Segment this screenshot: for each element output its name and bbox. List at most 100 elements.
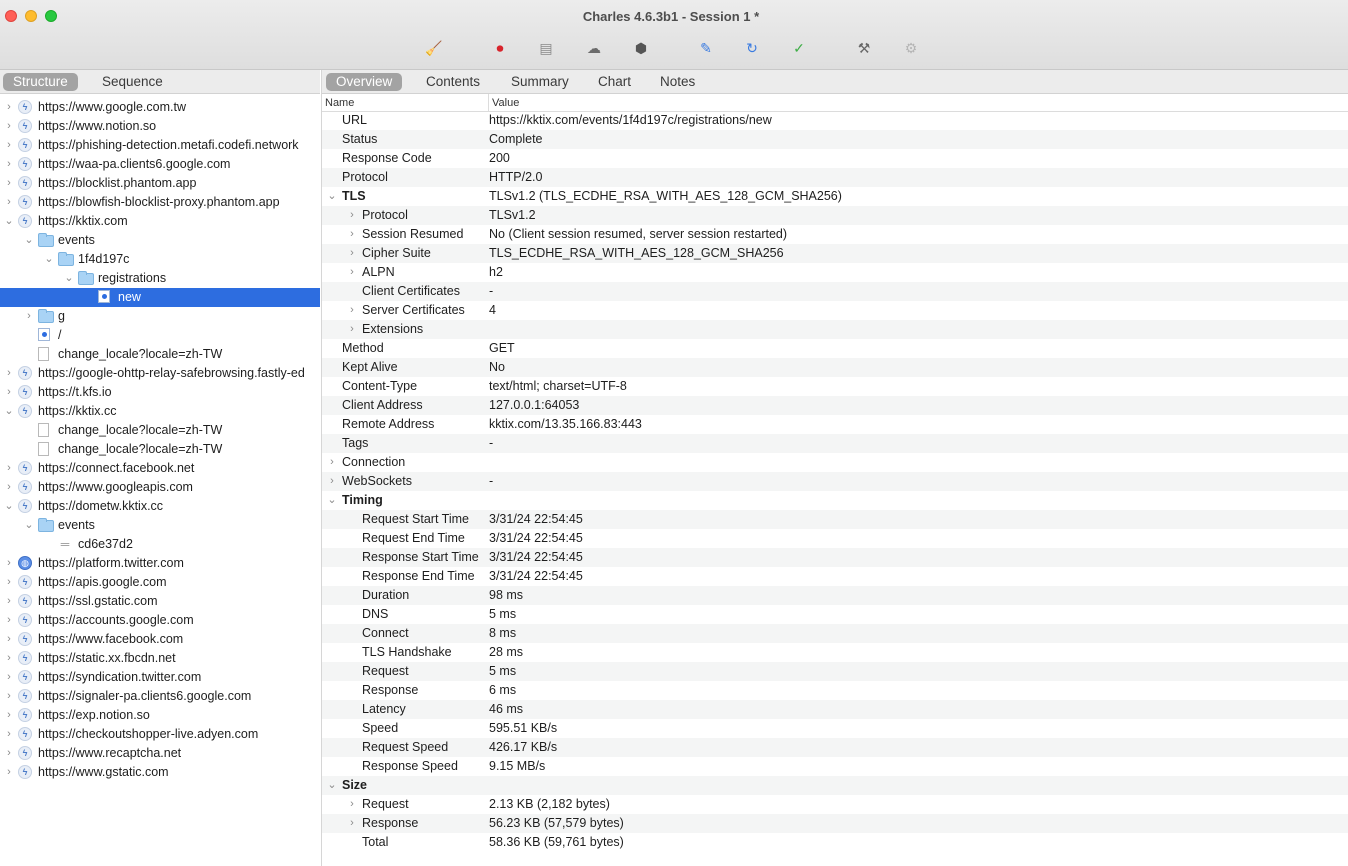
tree-row[interactable]: › g bbox=[0, 307, 320, 326]
tab-overview[interactable]: Overview bbox=[326, 73, 403, 91]
overview-row[interactable]: Response 6 ms bbox=[322, 681, 1348, 700]
overview-row[interactable]: Connect 8 ms bbox=[322, 624, 1348, 643]
chevron-right-icon[interactable]: › bbox=[4, 459, 14, 478]
overview-row[interactable]: Tags - bbox=[322, 434, 1348, 453]
throttle-button[interactable]: ▤ bbox=[535, 38, 557, 58]
chevron-right-icon[interactable]: › bbox=[4, 554, 14, 573]
tree-row[interactable]: › ϟ https://checkoutshopper-live.adyen.com bbox=[0, 725, 320, 744]
tab-structure[interactable]: Structure bbox=[3, 73, 78, 91]
overview-row[interactable]: Total 58.36 KB (59,761 bytes) bbox=[322, 833, 1348, 852]
chevron-right-icon[interactable]: › bbox=[4, 725, 14, 744]
tree-row[interactable]: change_locale?locale=zh-TW bbox=[0, 440, 320, 459]
overview-row[interactable]: › Server Certificates 4 bbox=[322, 301, 1348, 320]
record-button[interactable]: ⏺ bbox=[489, 38, 511, 58]
tree-row[interactable]: › ϟ https://signaler-pa.clients6.google.co… bbox=[0, 687, 320, 706]
tree-row[interactable]: ═ cd6e37d2 bbox=[0, 535, 320, 554]
chevron-right-icon[interactable]: › bbox=[4, 744, 14, 763]
overview-row[interactable]: DNS 5 ms bbox=[322, 605, 1348, 624]
overview-row[interactable]: Response Speed 9.15 MB/s bbox=[322, 757, 1348, 776]
chevron-down-icon[interactable]: ⌄ bbox=[24, 231, 34, 250]
chevron-down-icon[interactable]: ⌄ bbox=[44, 250, 54, 269]
chevron-right-icon[interactable]: › bbox=[4, 478, 14, 497]
tree-row[interactable]: › ϟ https://google-ohttp-relay-safebrowsin… bbox=[0, 364, 320, 383]
overview-row[interactable]: Response Code 200 bbox=[322, 149, 1348, 168]
tree-row[interactable]: › ϟ https://t.kfs.io bbox=[0, 383, 320, 402]
chevron-right-icon[interactable]: › bbox=[327, 453, 337, 472]
chevron-right-icon[interactable]: › bbox=[347, 795, 357, 814]
check-button[interactable]: ✓ bbox=[788, 38, 810, 58]
overview-row[interactable]: › Cipher Suite TLS_ECDHE_RSA_WITH_AES_128_… bbox=[322, 244, 1348, 263]
chevron-right-icon[interactable]: › bbox=[4, 649, 14, 668]
chevron-down-icon[interactable]: ⌄ bbox=[327, 491, 337, 510]
overview-row[interactable]: TLS Handshake 28 ms bbox=[322, 643, 1348, 662]
overview-row[interactable]: › WebSockets - bbox=[322, 472, 1348, 491]
overview-row[interactable]: › Protocol TLSv1.2 bbox=[322, 206, 1348, 225]
chevron-right-icon[interactable]: › bbox=[4, 193, 14, 212]
column-header-value[interactable]: Value bbox=[488, 94, 519, 112]
tree-row[interactable]: › ϟ https://ssl.gstatic.com bbox=[0, 592, 320, 611]
tree-row[interactable]: › ϟ https://apis.google.com bbox=[0, 573, 320, 592]
tree-row[interactable]: › ϟ https://syndication.twitter.com bbox=[0, 668, 320, 687]
tree-row[interactable]: ⌄ events bbox=[0, 516, 320, 535]
tab-contents[interactable]: Contents bbox=[416, 73, 490, 91]
chevron-right-icon[interactable]: › bbox=[347, 301, 357, 320]
stop-button[interactable]: ⬢ bbox=[630, 38, 652, 58]
chevron-right-icon[interactable]: › bbox=[4, 98, 14, 117]
chevron-right-icon[interactable]: › bbox=[24, 307, 34, 326]
overview-row[interactable]: Remote Address kktix.com/13.35.166.83:443 bbox=[322, 415, 1348, 434]
tree-row[interactable]: new bbox=[0, 288, 320, 307]
overview-row[interactable]: Status Complete bbox=[322, 130, 1348, 149]
tree-row[interactable]: › ϟ https://www.facebook.com bbox=[0, 630, 320, 649]
chevron-right-icon[interactable]: › bbox=[347, 263, 357, 282]
chevron-right-icon[interactable]: › bbox=[4, 611, 14, 630]
chevron-right-icon[interactable]: › bbox=[327, 472, 337, 491]
chevron-right-icon[interactable]: › bbox=[347, 206, 357, 225]
tab-chart[interactable]: Chart bbox=[588, 73, 641, 91]
overview-row[interactable]: › Extensions bbox=[322, 320, 1348, 339]
chevron-right-icon[interactable]: › bbox=[4, 706, 14, 725]
chevron-right-icon[interactable]: › bbox=[4, 174, 14, 193]
overview-row[interactable]: ⌄ Size bbox=[322, 776, 1348, 795]
tree-row[interactable]: ⌄ registrations bbox=[0, 269, 320, 288]
chevron-down-icon[interactable]: ⌄ bbox=[24, 516, 34, 535]
chevron-right-icon[interactable]: › bbox=[4, 136, 14, 155]
tree-row[interactable]: ⌄ events bbox=[0, 231, 320, 250]
overview-row[interactable]: › Request 2.13 KB (2,182 bytes) bbox=[322, 795, 1348, 814]
tree-row[interactable]: change_locale?locale=zh-TW bbox=[0, 345, 320, 364]
overview-row[interactable]: Kept Alive No bbox=[322, 358, 1348, 377]
overview-row[interactable]: › ALPN h2 bbox=[322, 263, 1348, 282]
overview-row[interactable]: URL https://kktix.com/events/1f4d197c/reg… bbox=[322, 111, 1348, 130]
overview-row[interactable]: › Connection bbox=[322, 453, 1348, 472]
tree-row[interactable]: › ϟ https://waa-pa.clients6.google.com bbox=[0, 155, 320, 174]
chevron-right-icon[interactable]: › bbox=[4, 573, 14, 592]
overview-row[interactable]: Request 5 ms bbox=[322, 662, 1348, 681]
overview-row[interactable]: Content-Type text/html; charset=UTF-8 bbox=[322, 377, 1348, 396]
tree-row[interactable]: ⌄ 1f4d197c bbox=[0, 250, 320, 269]
overview-row[interactable]: › Response 56.23 KB (57,579 bytes) bbox=[322, 814, 1348, 833]
chevron-right-icon[interactable]: › bbox=[347, 244, 357, 263]
column-header-name[interactable]: Name bbox=[325, 94, 354, 112]
overview-row[interactable]: Method GET bbox=[322, 339, 1348, 358]
refresh-button[interactable]: ↻ bbox=[741, 38, 763, 58]
settings-button[interactable]: ⚙ bbox=[900, 38, 922, 58]
chevron-down-icon[interactable]: ⌄ bbox=[4, 497, 14, 516]
tab-summary[interactable]: Summary bbox=[501, 73, 579, 91]
cloud-button[interactable]: ☁ bbox=[583, 38, 605, 58]
overview-row[interactable]: Client Certificates - bbox=[322, 282, 1348, 301]
overview-row[interactable]: Client Address 127.0.0.1:64053 bbox=[322, 396, 1348, 415]
tree-row[interactable]: › ϟ https://accounts.google.com bbox=[0, 611, 320, 630]
chevron-right-icon[interactable]: › bbox=[4, 364, 14, 383]
overview-row[interactable]: Request Speed 426.17 KB/s bbox=[322, 738, 1348, 757]
overview-row[interactable]: › Session Resumed No (Client session resum… bbox=[322, 225, 1348, 244]
chevron-right-icon[interactable]: › bbox=[4, 117, 14, 136]
tree-row[interactable]: › ϟ https://static.xx.fbcdn.net bbox=[0, 649, 320, 668]
tab-sequence[interactable]: Sequence bbox=[92, 73, 173, 91]
overview-row[interactable]: ⌄ TLS TLSv1.2 (TLS_ECDHE_RSA_WITH_AES_128_… bbox=[322, 187, 1348, 206]
overview-row[interactable]: Latency 46 ms bbox=[322, 700, 1348, 719]
overview-row[interactable]: Request End Time 3/31/24 22:54:45 bbox=[322, 529, 1348, 548]
tab-notes[interactable]: Notes bbox=[650, 73, 705, 91]
chevron-down-icon[interactable]: ⌄ bbox=[4, 212, 14, 231]
chevron-right-icon[interactable]: › bbox=[4, 155, 14, 174]
chevron-down-icon[interactable]: ⌄ bbox=[327, 187, 337, 206]
tree-row[interactable]: › ϟ https://connect.facebook.net bbox=[0, 459, 320, 478]
